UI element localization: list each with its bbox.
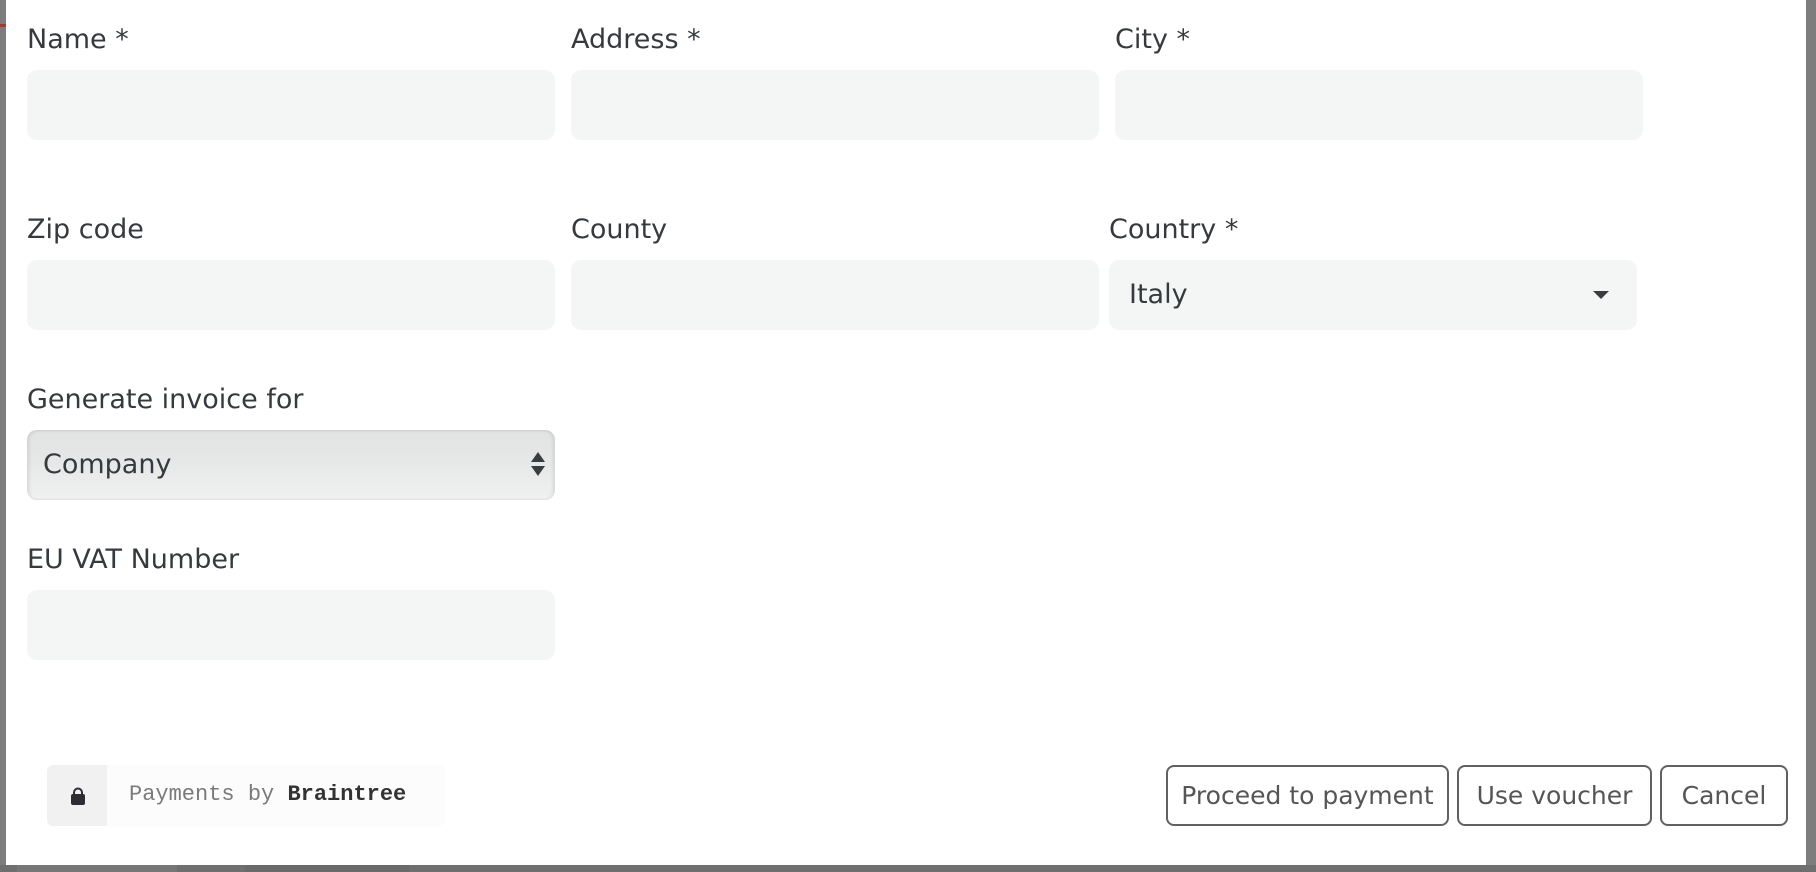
address-input[interactable]: [571, 70, 1099, 140]
country-label: Country *: [1109, 214, 1239, 245]
arrow-up-icon: [531, 452, 545, 462]
county-input[interactable]: [571, 260, 1099, 330]
country-selected-value: Italy: [1129, 279, 1188, 310]
vat-label: EU VAT Number: [27, 544, 240, 575]
braintree-brand: Braintree: [287, 782, 407, 807]
chevron-down-icon: [1593, 291, 1609, 299]
use-voucher-button[interactable]: Use voucher: [1457, 765, 1652, 826]
name-label: Name *: [27, 24, 129, 55]
invoice-for-selected-value: Company: [43, 449, 172, 480]
name-input[interactable]: [27, 70, 555, 140]
backdrop-segment: [245, 865, 410, 872]
backdrop-segment: [17, 865, 177, 872]
payments-by-prefix: Payments by: [129, 782, 288, 807]
country-select[interactable]: Italy: [1109, 260, 1637, 330]
cancel-button[interactable]: Cancel: [1660, 765, 1788, 826]
city-label: City *: [1115, 24, 1191, 55]
address-label: Address *: [571, 24, 701, 55]
payments-by-braintree-badge: Payments by Braintree: [47, 765, 445, 826]
invoice-for-select[interactable]: Company: [27, 430, 555, 500]
zip-label: Zip code: [27, 214, 144, 245]
arrow-down-icon: [531, 466, 545, 476]
lock-icon: [71, 787, 85, 805]
county-label: County: [571, 214, 668, 245]
proceed-to-payment-button[interactable]: Proceed to payment: [1166, 765, 1449, 826]
invoice-for-label: Generate invoice for: [27, 384, 304, 415]
city-input[interactable]: [1115, 70, 1643, 140]
zip-input[interactable]: [27, 260, 555, 330]
billing-modal: Name * Address * City * Zip code County …: [6, 0, 1806, 865]
payments-by-text: Payments by Braintree: [129, 781, 406, 809]
vat-input[interactable]: [27, 590, 555, 660]
lock-icon-container: [47, 765, 107, 826]
select-updown-icon: [531, 452, 545, 478]
backdrop-bottom-strip: [0, 865, 1816, 872]
